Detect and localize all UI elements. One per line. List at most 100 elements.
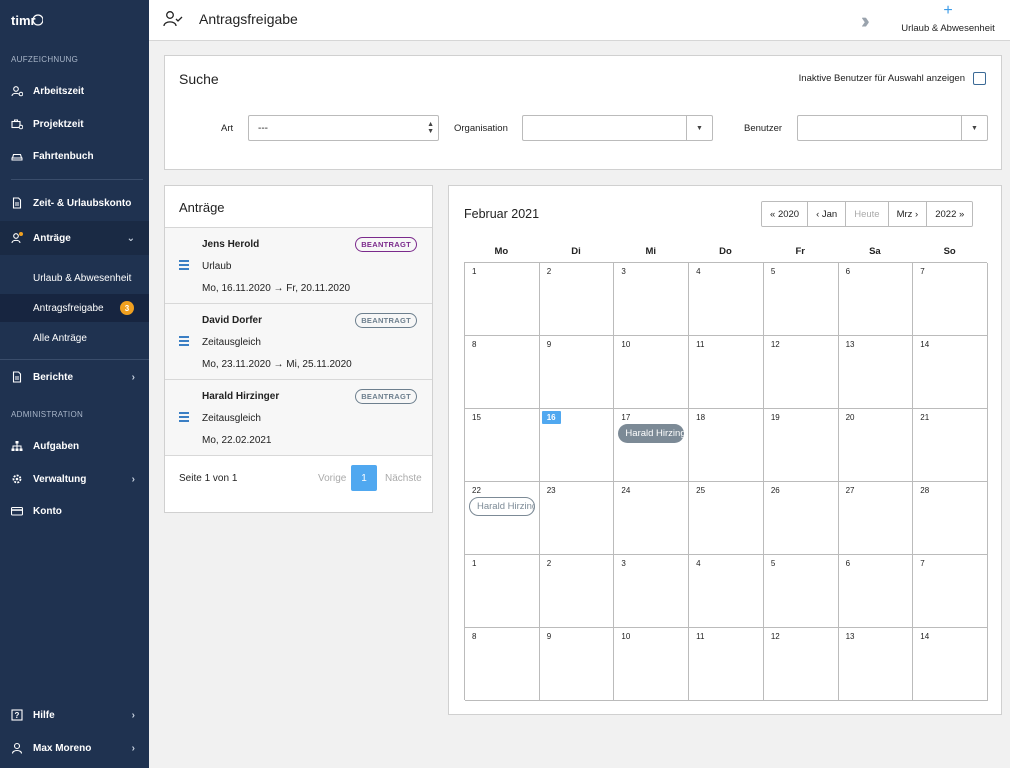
timr-logo[interactable]: timr: [11, 11, 43, 31]
sidebar-item-konto[interactable]: Konto: [0, 496, 149, 526]
calendar-day-cell[interactable]: 19: [763, 409, 839, 482]
calendar-day-cell[interactable]: 25: [689, 482, 764, 555]
chevron-right-icon: ›: [131, 371, 135, 383]
calendar-day-cell[interactable]: 6: [838, 263, 914, 336]
calendar-day-cell[interactable]: 18: [689, 409, 764, 482]
next-page-button[interactable]: Nächste: [385, 473, 422, 484]
sidebar-item-hilfe[interactable]: ? Hilfe ›: [0, 700, 149, 730]
calendar-day-cell[interactable]: 13: [838, 336, 914, 409]
calendar-day-number: 11: [696, 632, 705, 641]
next-month-button[interactable]: Mrz ›: [888, 202, 928, 226]
calendar-day-cell[interactable]: 12: [763, 336, 839, 409]
sidebar-item-fahrtenbuch[interactable]: Fahrtenbuch: [0, 141, 149, 171]
calendar-day-cell[interactable]: 13: [838, 628, 914, 701]
calendar-day-cell[interactable]: 27: [838, 482, 914, 555]
calendar-day-cell[interactable]: 8: [465, 628, 540, 701]
calendar-day-number: 5: [770, 559, 776, 568]
calendar-day-cell[interactable]: 1: [465, 263, 540, 336]
request-item[interactable]: Harald Hirzinger BEANTRAGT Zeitausgleich…: [165, 380, 432, 456]
calendar-day-number: 14: [920, 632, 930, 641]
calendar-day-number: 6: [845, 267, 851, 276]
sidebar-subitem-antragsfreigabe[interactable]: Antragsfreigabe 3: [0, 294, 149, 322]
calendar-day-cell[interactable]: 8: [465, 336, 540, 409]
svg-text:?: ?: [15, 711, 20, 720]
calendar-day-cell[interactable]: 21: [913, 409, 988, 482]
add-absence-button[interactable]: + Urlaub & Abwesenheit: [899, 3, 997, 38]
prev-page-button[interactable]: Vorige: [318, 473, 346, 484]
calendar-event[interactable]: Harald Hirzinger: [469, 497, 535, 516]
calendar-day-cell[interactable]: 5: [763, 263, 839, 336]
prev-year-button[interactable]: « 2020: [762, 202, 809, 226]
sidebar-item-projektzeit[interactable]: Projektzeit: [0, 109, 149, 139]
calendar-day-cell[interactable]: 20: [838, 409, 914, 482]
caret-down-icon[interactable]: ▼: [961, 116, 987, 140]
calendar-day-cell[interactable]: 23: [539, 482, 615, 555]
caret-down-icon[interactable]: ▼: [686, 116, 712, 140]
calendar-day-cell[interactable]: 2: [539, 555, 615, 628]
calendar-day-cell[interactable]: 4: [689, 555, 764, 628]
organisation-select[interactable]: ▼: [522, 115, 713, 141]
sidebar-item-arbeitszeit[interactable]: Arbeitszeit: [0, 76, 149, 106]
calendar-day-cell[interactable]: 17: [614, 409, 690, 482]
calendar-event[interactable]: Harald Hirzinger: [618, 424, 685, 443]
calendar-day-cell[interactable]: 24: [614, 482, 690, 555]
weekday-label: Fr: [795, 246, 805, 257]
calendar-day-cell[interactable]: 11: [689, 336, 764, 409]
calendar-day-cell[interactable]: 22: [465, 482, 540, 555]
sidebar-subitem-urlaub[interactable]: Urlaub & Abwesenheit: [0, 264, 149, 292]
sidebar-item-verwaltung[interactable]: Verwaltung ›: [0, 464, 149, 494]
status-badge: BEANTRAGT: [355, 389, 417, 404]
calendar-day-number: 24: [621, 486, 631, 495]
calendar-day-cell[interactable]: 10: [614, 628, 690, 701]
sidebar-item-berichte[interactable]: Berichte ›: [0, 362, 149, 392]
calendar-day-cell[interactable]: 1: [465, 555, 540, 628]
calendar-day-cell[interactable]: 15: [465, 409, 540, 482]
calendar-day-cell[interactable]: 14: [913, 628, 988, 701]
calendar-day-cell[interactable]: 28: [913, 482, 988, 555]
list-menu-icon[interactable]: [179, 336, 189, 348]
calendar-day-cell[interactable]: 12: [763, 628, 839, 701]
next-year-button[interactable]: 2022 »: [927, 202, 973, 226]
calendar-day-cell[interactable]: 5: [763, 555, 839, 628]
art-select[interactable]: --- ▲ ▼: [248, 115, 439, 141]
calendar-day-cell[interactable]: 3: [614, 263, 690, 336]
calendar-day-number: 2: [546, 267, 552, 276]
calendar-day-cell[interactable]: 7: [913, 263, 988, 336]
prev-month-button[interactable]: ‹ Jan: [808, 202, 847, 226]
calendar-day-cell[interactable]: 16: [539, 409, 615, 482]
page-1-button[interactable]: 1: [351, 465, 377, 491]
calendar-day-cell[interactable]: 2: [539, 263, 615, 336]
search-title: Suche: [179, 71, 219, 87]
sidebar-item-label: Aufgaben: [33, 440, 80, 452]
calendar-day-cell[interactable]: 9: [539, 336, 615, 409]
sidebar-item-label: Konto: [33, 505, 62, 517]
calendar-day-cell[interactable]: 7: [913, 555, 988, 628]
request-item[interactable]: Jens Herold BEANTRAGT Urlaub Mo, 16.11.2…: [165, 228, 432, 304]
calendar-day-cell[interactable]: 6: [838, 555, 914, 628]
list-menu-icon[interactable]: [179, 412, 189, 424]
calendar-day-cell[interactable]: 3: [614, 555, 690, 628]
sidebar-item-label: Max Moreno: [33, 742, 92, 754]
request-item[interactable]: David Dorfer BEANTRAGT Zeitausgleich Mo,…: [165, 304, 432, 380]
sidebar-item-zeitkonto[interactable]: Zeit- & Urlaubskonto: [0, 188, 149, 218]
calendar-day-cell[interactable]: 10: [614, 336, 690, 409]
sidebar-subitem-alle-antraege[interactable]: Alle Anträge: [0, 324, 149, 352]
calendar-grid: 1 2 3 4 5 6 7 8 9 10 11 12 13 14 15 16 17 18 19 20 21 22 23 24 2…: [464, 262, 988, 701]
sidebar-item-user[interactable]: Max Moreno ›: [0, 733, 149, 763]
list-menu-icon[interactable]: [179, 260, 189, 272]
calendar-day-cell[interactable]: 4: [689, 263, 764, 336]
today-button[interactable]: Heute: [846, 202, 889, 226]
sidebar-item-label: Projektzeit: [33, 118, 84, 130]
prev-month-label: Jan: [821, 208, 838, 220]
calendar-day-number: 25: [696, 486, 706, 495]
calendar-day-cell[interactable]: 9: [539, 628, 615, 701]
calendar-day-cell[interactable]: 14: [913, 336, 988, 409]
search-panel: Suche Inaktive Benutzer für Auswahl anze…: [164, 55, 1002, 170]
double-chevron-icon[interactable]: ››: [861, 8, 869, 34]
sidebar-item-antraege[interactable]: Anträge ⌄: [0, 221, 149, 255]
calendar-day-cell[interactable]: 11: [689, 628, 764, 701]
benutzer-select[interactable]: ▼: [797, 115, 988, 141]
inactive-users-checkbox[interactable]: [973, 72, 986, 85]
sidebar-item-aufgaben[interactable]: Aufgaben: [0, 431, 149, 461]
calendar-day-cell[interactable]: 26: [763, 482, 839, 555]
